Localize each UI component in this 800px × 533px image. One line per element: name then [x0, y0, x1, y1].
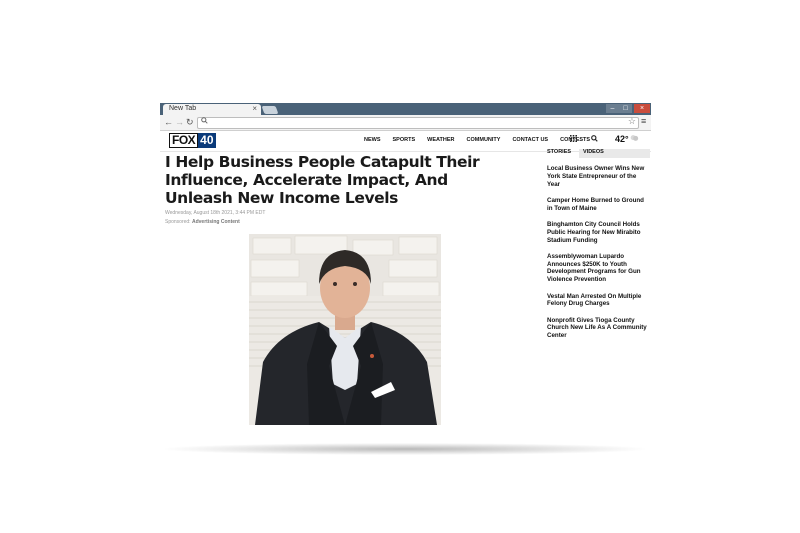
nav-weather[interactable]: WEATHER [427, 137, 454, 143]
sponsored-label[interactable]: Advertising Content [192, 219, 240, 225]
browser-toolbar: ← → ↻ ☆ ≡ [160, 115, 651, 131]
sidebar-tabs: STORIES VIDEOS [545, 149, 650, 159]
browser-window: New Tab × – □ × ← → ↻ ☆ ≡ FOX 40 NEWS SP… [160, 103, 651, 443]
sidebar-story[interactable]: Assemblywoman Lupardo Announces $250K to… [547, 253, 650, 284]
reload-button[interactable]: ↻ [186, 116, 194, 128]
menu-icon[interactable]: ≡ [641, 116, 646, 126]
sponsored-line: Sponsored: Advertising Content [165, 219, 240, 225]
new-tab-button[interactable] [261, 106, 279, 114]
tab-videos[interactable]: VIDEOS [579, 149, 650, 158]
page-content: FOX 40 NEWS SPORTS WEATHER COMMUNITY CON… [160, 131, 651, 443]
sponsored-prefix: Sponsored: [165, 219, 191, 225]
sidebar-story[interactable]: Nonprofit Gives Tioga County Church New … [547, 317, 650, 340]
nav-community[interactable]: COMMUNITY [467, 137, 501, 143]
article-dateline: Wednesday, August 18th 2021, 3:44 PM EDT [165, 210, 266, 216]
grid-menu-icon[interactable] [570, 135, 577, 144]
nav-sports[interactable]: SPORTS [393, 137, 416, 143]
browser-tab[interactable]: New Tab × [163, 104, 261, 115]
logo-number: 40 [198, 133, 216, 148]
temperature[interactable]: 42° [615, 134, 629, 144]
minimize-button[interactable]: – [606, 104, 619, 113]
forward-button[interactable]: → [175, 116, 184, 128]
site-header: FOX 40 NEWS SPORTS WEATHER COMMUNITY CON… [160, 131, 651, 152]
weather-cloud-icon [629, 134, 639, 144]
article-headline: I Help Business People Catapult Their In… [165, 153, 480, 207]
sidebar-story[interactable]: Camper Home Burned to Ground in Town of … [547, 197, 650, 213]
sidebar-story[interactable]: Vestal Man Arrested On Multiple Felony D… [547, 293, 650, 309]
window-shadow [165, 443, 645, 455]
site-search-icon[interactable] [591, 135, 598, 144]
title-bar: New Tab × – □ × [160, 103, 651, 115]
sidebar-stories: Local Business Owner Wins New York State… [547, 165, 650, 349]
sidebar-story[interactable]: Local Business Owner Wins New York State… [547, 165, 650, 188]
close-window-button[interactable]: × [634, 104, 650, 113]
maximize-button[interactable]: □ [619, 104, 632, 113]
article-photo [249, 234, 441, 425]
nav-news[interactable]: NEWS [364, 137, 381, 143]
site-logo[interactable]: FOX 40 [169, 133, 216, 148]
tab-stories[interactable]: STORIES [547, 149, 571, 155]
nav-contact-us[interactable]: CONTACT US [512, 137, 548, 143]
logo-fox: FOX [169, 133, 199, 148]
tab-close-icon[interactable]: × [252, 104, 257, 113]
back-button[interactable]: ← [164, 116, 173, 128]
star-icon[interactable]: ☆ [628, 116, 636, 127]
tab-title: New Tab [169, 105, 197, 112]
search-icon [201, 117, 208, 126]
sidebar-story[interactable]: Binghamton City Council Holds Public Hea… [547, 221, 650, 244]
address-bar[interactable]: ☆ [197, 116, 639, 129]
main-nav: NEWS SPORTS WEATHER COMMUNITY CONTACT US… [364, 137, 602, 143]
